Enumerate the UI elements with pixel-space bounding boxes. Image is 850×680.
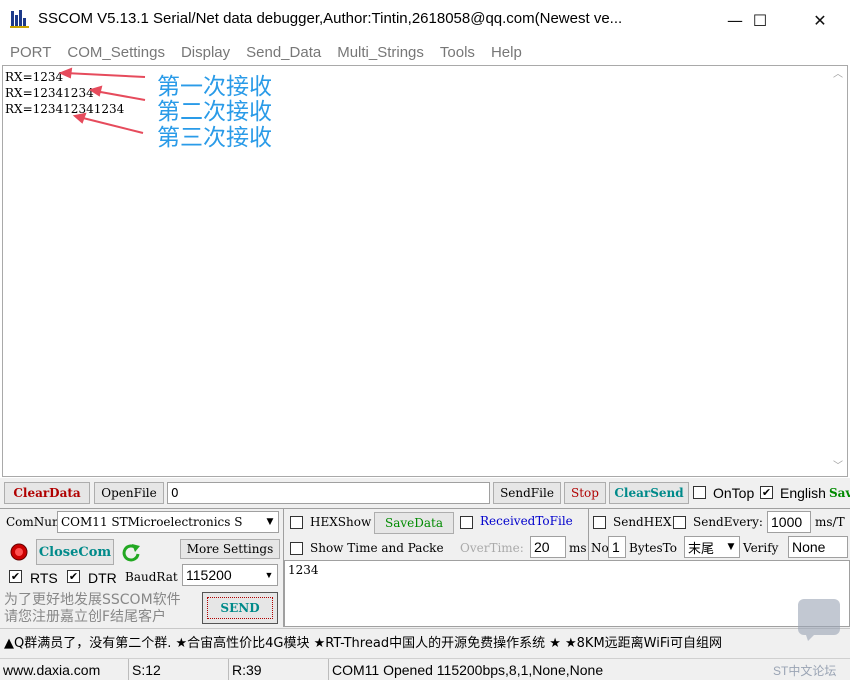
bytesto-label: BytesTo — [629, 541, 677, 555]
arrow-2 — [94, 90, 146, 101]
send-every-checkbox[interactable] — [673, 516, 686, 529]
more-settings-button[interactable]: More Settings — [180, 539, 280, 559]
status-bar: www.daxia.com S:12 R:39 COM11 Opened 115… — [0, 658, 850, 680]
send-text: 1234 — [288, 563, 319, 577]
receive-textarea[interactable]: RX=1234 RX=12341234 RX=123412341234 第一次接… — [2, 65, 848, 477]
verify-select[interactable]: None — [788, 536, 848, 558]
chevron-down-icon[interactable]: ▼ — [723, 537, 739, 557]
refresh-icon[interactable] — [120, 541, 142, 563]
record-icon — [10, 543, 28, 561]
send-every-unit: ms/T — [815, 515, 845, 529]
clear-send-button[interactable]: ClearSend — [609, 482, 689, 504]
menu-help[interactable]: Help — [491, 44, 522, 61]
dtr-label: DTR — [88, 570, 117, 586]
ticker-text: ▲Q群满员了，没有第二个群. ★合宙高性价比4G模块 ★RT-Thread中国人… — [4, 636, 722, 651]
comnum-select[interactable]: COM11 STMicroelectronics S ▼ — [57, 511, 279, 533]
comnum-label: ComNum — [6, 515, 64, 529]
baud-select[interactable]: 115200 ▼ — [182, 564, 278, 586]
open-file-button[interactable]: OpenFile — [94, 482, 164, 504]
send-button[interactable]: SEND — [202, 592, 278, 624]
arrow-2-head — [88, 85, 103, 97]
chevron-down-icon[interactable]: ▼ — [261, 565, 277, 585]
comnum-value: COM11 STMicroelectronics S — [61, 515, 243, 529]
rts-label: RTS — [30, 570, 58, 586]
sendhex-checkbox[interactable] — [593, 516, 606, 529]
overtime-label: OverTime: — [460, 541, 524, 555]
bytes-input[interactable]: 1 — [608, 536, 626, 558]
file-path-input[interactable]: 0 — [167, 482, 490, 504]
menu-display[interactable]: Display — [181, 44, 230, 61]
stop-button[interactable]: Stop — [564, 482, 606, 504]
watermark-text: ST中文论坛 — [773, 663, 837, 678]
title-bar: SSCOM V5.13.1 Serial/Net data debugger,A… — [0, 0, 850, 40]
menu-send-data[interactable]: Send_Data — [246, 44, 321, 61]
arrow-3 — [78, 116, 144, 134]
overtime-input[interactable]: 20 — [530, 536, 566, 558]
send-button-label: SEND — [207, 597, 273, 619]
send-every-input[interactable]: 1000 — [767, 511, 811, 533]
english-label: English — [780, 485, 826, 501]
close-com-button[interactable]: CloseCom — [36, 539, 114, 565]
window-title: SSCOM V5.13.1 Serial/Net data debugger,A… — [38, 10, 623, 27]
received-to-file-label: ReceivedToFile — [480, 514, 573, 528]
app-icon — [10, 10, 29, 28]
maximize-button[interactable]: ☐ — [737, 0, 783, 40]
send-every-label: SendEvery: — [693, 515, 763, 529]
scroll-up-icon[interactable]: ︿ — [833, 70, 843, 80]
menu-port[interactable]: PORT — [10, 44, 51, 61]
menu-multi-strings[interactable]: Multi_Strings — [337, 44, 424, 61]
promo-text[interactable]: 为了更好地发展SSCOM软件 请您注册嘉立创F结尾客户 — [4, 592, 196, 626]
control-panel: ClearData OpenFile 0 SendFile Stop Clear… — [0, 478, 850, 658]
send-file-button[interactable]: SendFile — [493, 482, 561, 504]
ontop-label: OnTop — [713, 485, 755, 501]
show-time-checkbox[interactable] — [290, 542, 303, 555]
baud-label: BaudRat — [125, 570, 178, 584]
menu-bar: PORT COM_Settings Display Send_Data Mult… — [0, 40, 850, 64]
send-textarea[interactable]: 1234 — [284, 560, 850, 627]
close-button[interactable]: ✕ — [797, 0, 843, 40]
port-status: COM11 Opened 115200bps,8,1,None,None — [328, 659, 768, 680]
scroll-down-icon[interactable]: ﹀ — [833, 462, 843, 472]
arrow-1-head — [58, 67, 73, 79]
chevron-down-icon[interactable]: ▼ — [262, 512, 278, 532]
clear-data-button[interactable]: ClearData — [4, 482, 90, 504]
annotation-third: 第三次接收 — [157, 125, 272, 151]
hexshow-checkbox[interactable] — [290, 516, 303, 529]
arrow-3-head — [72, 112, 87, 124]
arrow-1 — [64, 72, 146, 78]
sent-count: S:12 — [128, 659, 226, 680]
menu-com-settings[interactable]: COM_Settings — [67, 44, 165, 61]
tail-value: 末尾 — [688, 541, 715, 557]
english-checkbox[interactable]: ✔ — [760, 486, 773, 499]
received-count: R:39 — [228, 659, 326, 680]
received-to-file-checkbox[interactable] — [460, 516, 473, 529]
rts-checkbox[interactable]: ✔ — [9, 570, 22, 583]
ms-label: ms — [569, 541, 587, 555]
baud-value: 115200 — [186, 567, 232, 583]
dtr-checkbox[interactable]: ✔ — [67, 570, 80, 583]
ad-ticker[interactable]: ▲Q群满员了，没有第二个群. ★合宙高性价比4G模块 ★RT-Thread中国人… — [0, 628, 850, 654]
verify-label: Verify — [743, 541, 779, 555]
show-time-label: Show Time and Packe — [310, 541, 444, 555]
tail-select[interactable]: 末尾 ▼ — [684, 536, 740, 558]
ontop-checkbox[interactable] — [693, 486, 706, 499]
forum-watermark-icon — [798, 599, 840, 641]
menu-tools[interactable]: Tools — [440, 44, 475, 61]
no-label: No — [591, 541, 609, 555]
sendhex-label: SendHEX — [613, 515, 672, 529]
receive-scrollbar[interactable]: ︿ ﹀ — [830, 66, 847, 476]
website-link[interactable]: www.daxia.com — [0, 659, 126, 680]
save-params-button[interactable]: Sav — [829, 486, 850, 500]
hexshow-label: HEXShow — [310, 515, 372, 529]
save-data-button[interactable]: SaveData — [374, 512, 454, 534]
